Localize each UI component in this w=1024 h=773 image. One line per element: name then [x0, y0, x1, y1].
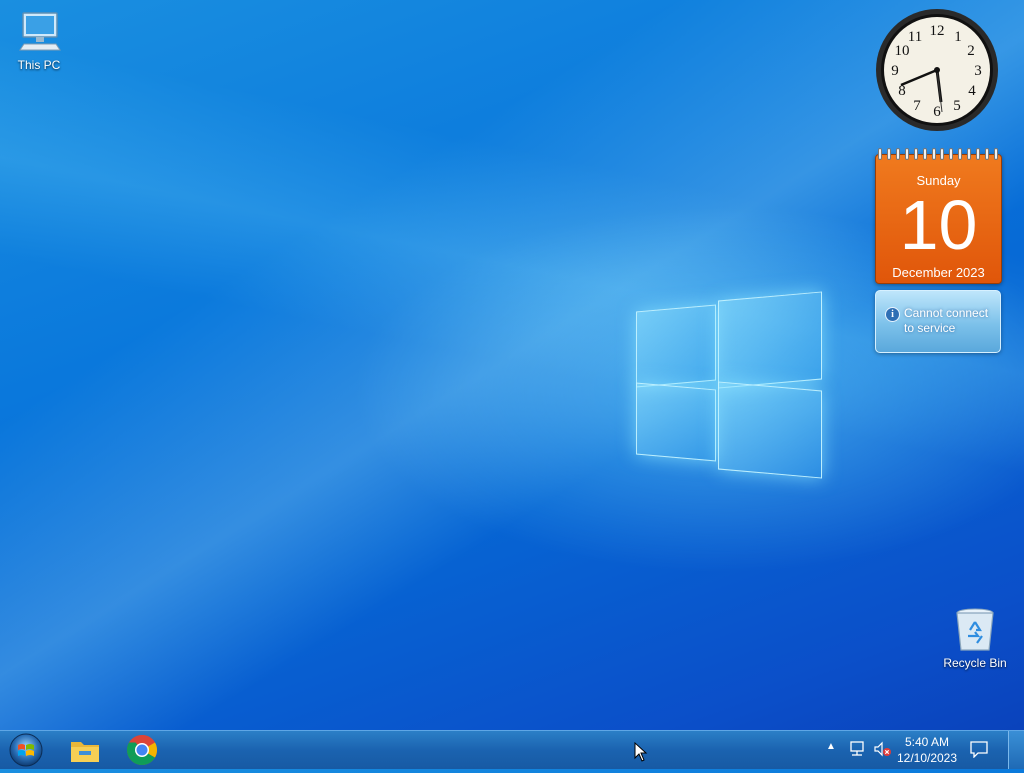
- volume-muted-icon[interactable]: [873, 740, 893, 763]
- logo-pane: [636, 304, 716, 388]
- clock-numeral: 4: [968, 83, 976, 99]
- analog-clock-face: 12 1 2 3 4 5 6 7 8 9 10 11: [876, 9, 998, 131]
- logo-pane: [718, 381, 822, 479]
- clock-numeral: 12: [930, 23, 945, 39]
- taskbar-chrome-button[interactable]: [125, 733, 159, 767]
- clock-numeral: 2: [967, 43, 975, 59]
- clock-numeral: 10: [895, 43, 910, 59]
- desktop-icon-recycle-bin[interactable]: Recycle Bin: [937, 606, 1013, 670]
- taskbar-date: 12/10/2023: [896, 751, 958, 765]
- logo-pane: [718, 291, 822, 389]
- taskbar-file-explorer-button[interactable]: [68, 733, 102, 767]
- mouse-cursor-icon: [634, 741, 648, 767]
- weather-error-message: Cannot connect to service: [904, 306, 989, 335]
- windows-logo-wallpaper: [636, 290, 824, 480]
- clock-numeral: 3: [974, 63, 982, 79]
- logo-pane: [636, 382, 716, 462]
- taskbar-clock[interactable]: 5:40 AM 12/10/2023: [894, 734, 960, 766]
- taskbar: ▲ 5:40 AM 12/10/2023: [0, 730, 1024, 769]
- clock-numeral: 5: [953, 98, 961, 114]
- weather-gadget[interactable]: i Cannot connect to service: [875, 290, 1001, 353]
- windows-start-orb-icon: [9, 733, 43, 767]
- wallpaper-light-beam-lower: [0, 0, 1024, 768]
- recycle-bin-icon: [956, 608, 994, 651]
- info-icon: i: [885, 307, 900, 322]
- calendar-page: Sunday 10 December 2023: [875, 154, 1002, 284]
- show-hidden-icons-chevron[interactable]: ▲: [826, 741, 836, 752]
- clock-numeral: 1: [954, 29, 962, 45]
- start-button[interactable]: [7, 732, 45, 770]
- clock-numeral: 6: [933, 104, 941, 120]
- desktop-icon-label: This PC: [17, 58, 61, 72]
- desktop-icon-this-pc[interactable]: This PC: [1, 8, 77, 72]
- clock-numeral: 9: [891, 63, 899, 79]
- network-icon[interactable]: [849, 740, 867, 763]
- desktop-icon-label: Recycle Bin: [943, 656, 1007, 670]
- taskbar-time: 5:40 AM: [904, 735, 950, 749]
- folder-icon: [71, 742, 99, 762]
- calendar-month-year: December 2023: [892, 265, 985, 280]
- clock-gadget[interactable]: 12 1 2 3 4 5 6 7 8 9 10 11: [874, 8, 1000, 132]
- chrome-icon: [126, 735, 158, 766]
- computer-icon: [19, 12, 61, 51]
- calendar-day-number: 10: [899, 186, 978, 264]
- calendar-binding-rings: [878, 148, 998, 160]
- calendar-gadget[interactable]: Sunday 10 December 2023: [875, 148, 1002, 284]
- wallpaper-light-beam: [0, 0, 1024, 768]
- clock-numeral: 11: [908, 29, 922, 45]
- clock-numeral: 7: [913, 98, 921, 114]
- notification-center-icon[interactable]: [969, 740, 989, 763]
- show-desktop-button[interactable]: [1008, 731, 1024, 769]
